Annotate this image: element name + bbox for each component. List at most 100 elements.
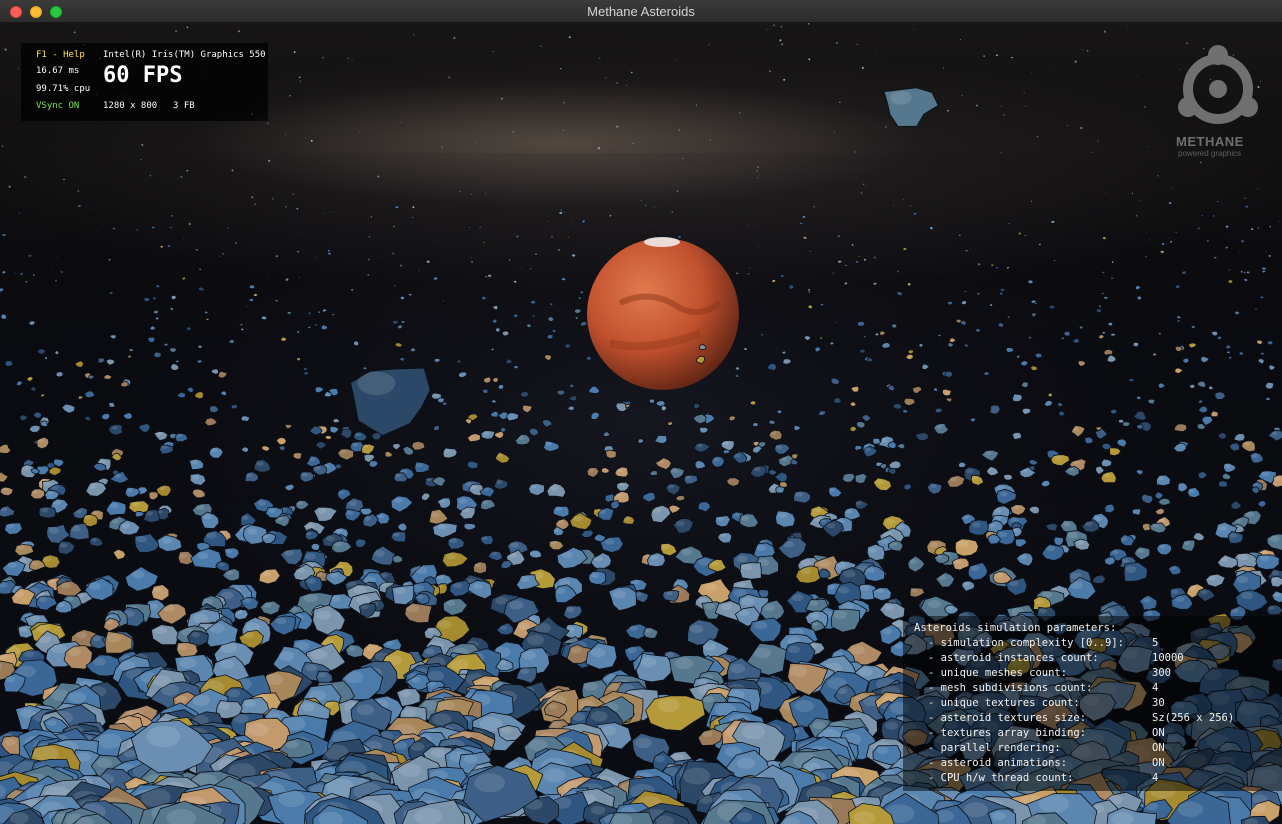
asteroid-highlight	[543, 768, 566, 783]
asteroid-highlight	[741, 597, 755, 606]
asteroid	[1016, 354, 1021, 359]
star	[773, 24, 775, 26]
asteroid-highlight	[880, 538, 890, 545]
asteroid	[295, 249, 301, 254]
asteroid	[657, 209, 662, 212]
asteroid-highlight	[29, 615, 40, 622]
asteroid-highlight	[400, 690, 411, 698]
asteroid	[526, 323, 532, 329]
asteroid-highlight	[1073, 460, 1080, 465]
asteroid	[605, 449, 617, 459]
asteroid	[1, 270, 7, 275]
asteroid	[1227, 355, 1233, 360]
asteroid	[1102, 296, 1109, 300]
asteroid-highlight	[557, 519, 564, 524]
asteroid-highlight	[356, 704, 375, 716]
asteroid	[849, 425, 858, 433]
asteroid-highlight	[1122, 559, 1130, 564]
asteroid-highlight	[43, 557, 52, 562]
asteroid-highlight	[110, 502, 119, 509]
asteroid-highlight	[617, 468, 624, 473]
star	[413, 34, 415, 36]
star	[967, 149, 968, 151]
asteroid-highlight	[496, 480, 503, 485]
asteroid-highlight	[713, 457, 720, 462]
asteroid-highlight	[225, 570, 234, 575]
asteroid	[1011, 393, 1023, 403]
asteroid-highlight	[458, 498, 468, 504]
star	[961, 94, 963, 97]
asteroid-highlight	[599, 509, 607, 515]
vsync-status: VSync ON	[36, 101, 80, 111]
asteroid-highlight	[550, 540, 557, 545]
asteroid	[1095, 308, 1102, 314]
asteroid-highlight	[702, 695, 715, 703]
asteroid-highlight	[131, 570, 145, 579]
param-label: - mesh subdivisions count:	[928, 682, 1093, 694]
asteroid-highlight	[1158, 518, 1165, 523]
asteroid	[859, 348, 866, 354]
asteroid	[350, 288, 354, 292]
asteroid-highlight	[534, 622, 551, 633]
asteroid	[1152, 352, 1157, 357]
asteroid-highlight	[13, 586, 19, 590]
asteroid	[687, 209, 690, 212]
star	[632, 142, 634, 144]
asteroid	[997, 322, 1005, 328]
asteroid	[1090, 238, 1093, 241]
param-row-parallel-rendering: - parallel rendering: ON	[903, 742, 1282, 757]
asteroid-highlight	[446, 553, 457, 560]
asteroid	[907, 349, 915, 355]
asteroid-highlight	[306, 523, 315, 529]
asteroid	[1214, 391, 1226, 400]
asteroid	[1, 233, 7, 237]
star	[400, 121, 402, 123]
asteroid	[149, 325, 156, 331]
title-bar[interactable]: Methane Asteroids	[0, 0, 1282, 23]
asteroid-highlight	[318, 508, 327, 514]
param-value: 5	[1152, 637, 1159, 649]
asteroid-highlight	[96, 758, 113, 768]
asteroid-highlight	[654, 755, 666, 763]
asteroid	[54, 350, 60, 355]
asteroid-highlight	[59, 543, 68, 548]
asteroid-highlight	[444, 449, 451, 454]
render-viewport[interactable]: F1 - Help Intel(R) Iris(TM) Graphics 550…	[0, 23, 1282, 824]
asteroid	[1212, 256, 1218, 260]
asteroid-highlight	[939, 575, 947, 580]
asteroid-highlight	[0, 507, 8, 512]
asteroid	[676, 234, 682, 239]
asteroid-highlight	[263, 602, 272, 608]
asteroid	[883, 87, 939, 127]
asteroid-highlight	[1038, 608, 1047, 614]
star	[597, 147, 600, 150]
asteroid-highlight	[627, 647, 637, 654]
asteroid-highlight	[114, 473, 121, 478]
asteroid	[1101, 236, 1107, 241]
param-row-asteroid-instances: - asteroid instances count: 10000	[903, 652, 1282, 667]
asteroid-highlight	[676, 520, 685, 527]
asteroid-highlight	[417, 595, 424, 599]
asteroid	[112, 226, 116, 231]
asteroid-highlight	[800, 567, 812, 575]
asteroid	[801, 214, 807, 219]
asteroid	[1033, 301, 1038, 305]
asteroid	[108, 423, 124, 436]
star	[1036, 135, 1039, 138]
asteroid-highlight	[246, 473, 252, 478]
asteroid	[1122, 421, 1131, 427]
asteroid-highlight	[1157, 476, 1165, 481]
asteroid	[228, 339, 236, 344]
asteroid	[108, 291, 114, 295]
asteroid-highlight	[316, 610, 332, 620]
asteroid-highlight	[305, 664, 318, 672]
asteroid-highlight	[14, 591, 25, 598]
asteroid-highlight	[809, 612, 820, 619]
asteroid-highlight	[437, 523, 448, 530]
asteroid-highlight	[355, 432, 361, 437]
asteroid-highlight	[1236, 575, 1249, 584]
asteroid-highlight	[156, 431, 162, 436]
asteroid	[1005, 347, 1015, 353]
asteroid-highlight	[285, 740, 299, 749]
asteroid-highlight	[754, 647, 771, 659]
